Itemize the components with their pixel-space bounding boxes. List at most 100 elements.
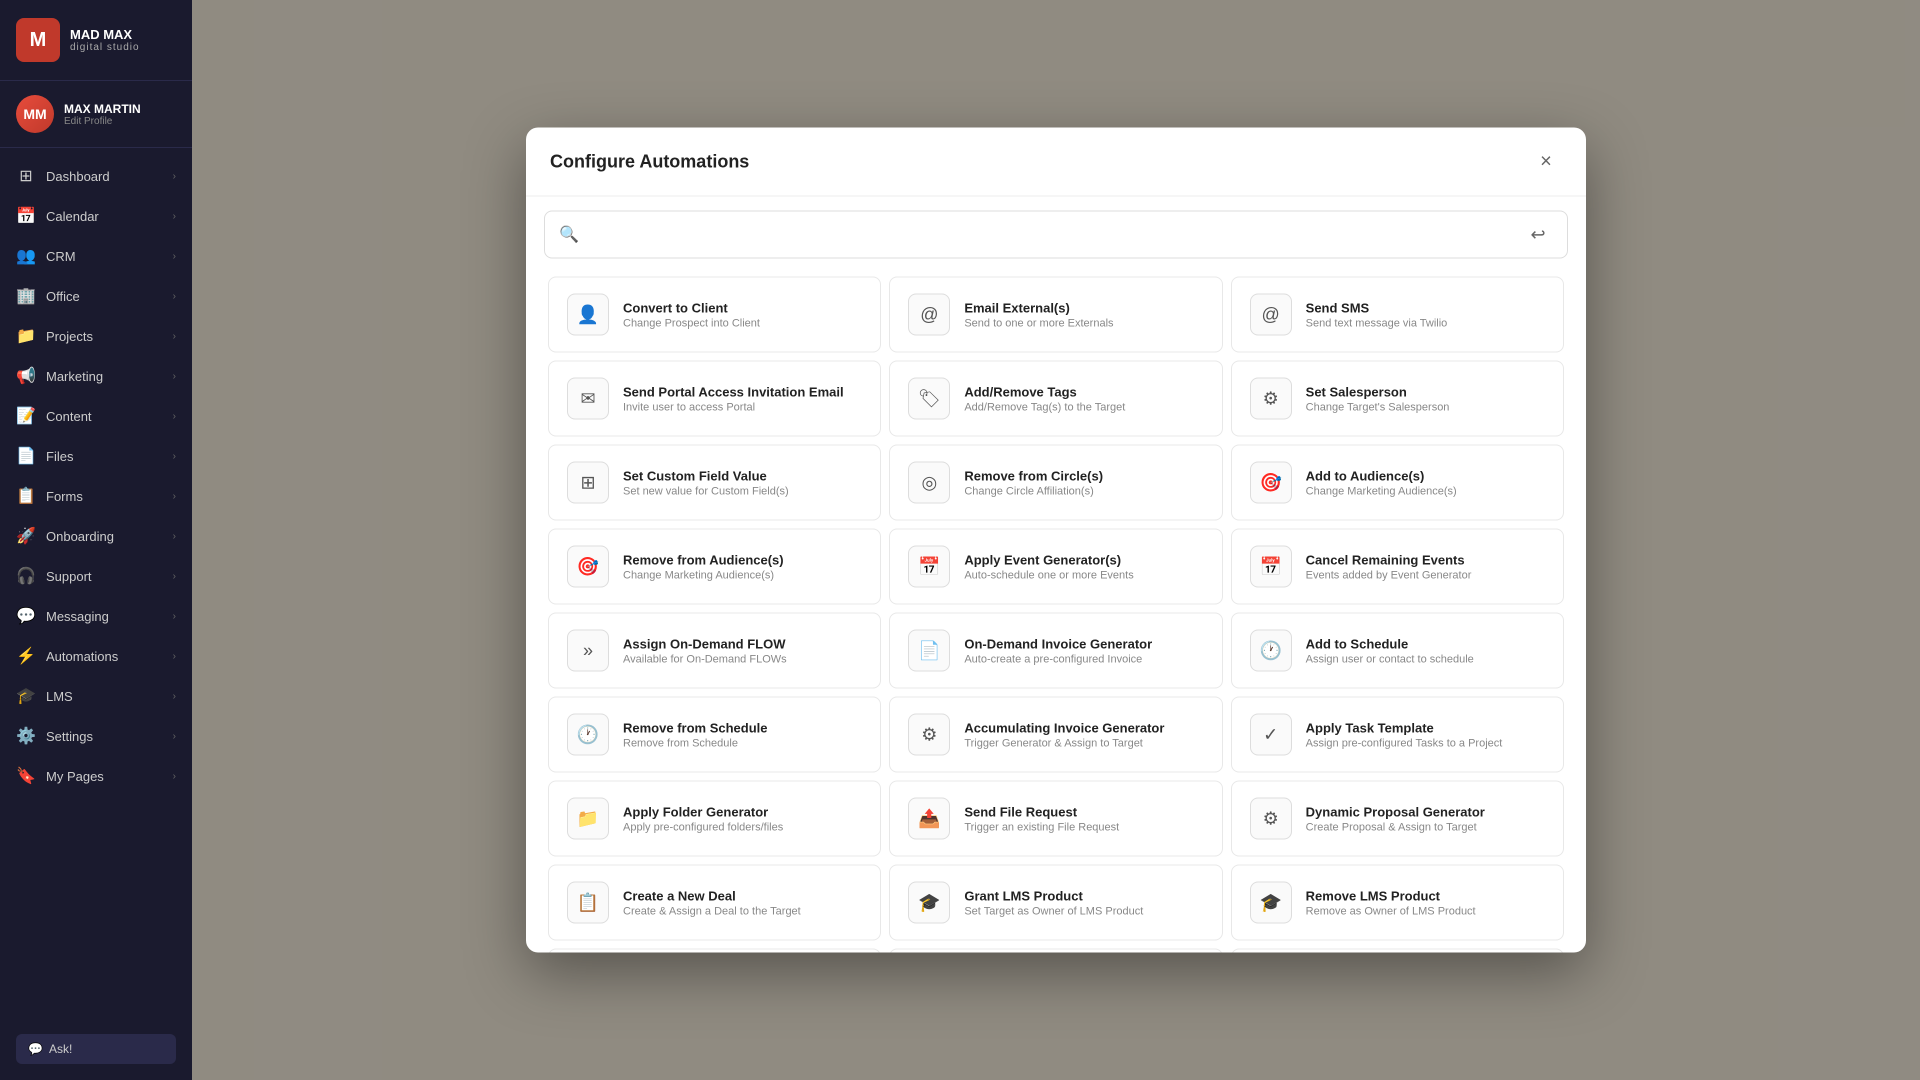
chevron-automations-icon: ›: [173, 651, 176, 662]
sidebar-label-content: Content: [46, 409, 92, 424]
chevron-projects-icon: ›: [173, 331, 176, 342]
sidebar-item-forms[interactable]: 📋 Forms ›: [0, 476, 192, 516]
sidebar-item-projects[interactable]: 📁 Projects ›: [0, 316, 192, 356]
automation-card-add-to-checklists[interactable]: ✓ Add to Checklists Assign Target to Che…: [889, 949, 1222, 953]
dynamic-proposal-generator-title: Dynamic Proposal Generator: [1306, 804, 1485, 819]
automation-card-convert-to-client[interactable]: 👤 Convert to Client Change Prospect into…: [548, 277, 881, 353]
grant-lms-product-icon: 🎓: [908, 882, 950, 924]
automation-card-set-custom-field[interactable]: ⊞ Set Custom Field Value Set new value f…: [548, 445, 881, 521]
automation-card-remove-from-audiences[interactable]: 🎯 Remove from Audience(s) Change Marketi…: [548, 529, 881, 605]
automation-card-apply-folder-generator[interactable]: 📁 Apply Folder Generator Apply pre-confi…: [548, 781, 881, 857]
automation-card-cancel-remaining-events[interactable]: 📅 Cancel Remaining Events Events added b…: [1231, 529, 1564, 605]
automation-card-remove-from-circle[interactable]: ◎ Remove from Circle(s) Change Circle Af…: [889, 445, 1222, 521]
send-file-request-desc: Trigger an existing File Request: [964, 821, 1119, 833]
add-remove-tags-icon: 🏷: [908, 378, 950, 420]
remove-from-audiences-title: Remove from Audience(s): [623, 552, 784, 567]
ask-button[interactable]: 💬 Ask!: [16, 1034, 176, 1064]
sidebar-label-forms: Forms: [46, 489, 83, 504]
automation-card-accumulating-invoice-generator[interactable]: ⚙ Accumulating Invoice Generator Trigger…: [889, 697, 1222, 773]
sidebar-item-settings[interactable]: ⚙️ Settings ›: [0, 716, 192, 756]
modal-close-button[interactable]: ×: [1530, 146, 1562, 178]
search-input[interactable]: [589, 227, 1513, 243]
configure-automations-modal: Configure Automations × 🔍 ↩ 👤 Convert to…: [526, 128, 1586, 953]
automation-card-dynamic-proposal-generator[interactable]: ⚙ Dynamic Proposal Generator Create Prop…: [1231, 781, 1564, 857]
chevron-messaging-icon: ›: [173, 611, 176, 622]
remove-lms-product-icon: 🎓: [1250, 882, 1292, 924]
sidebar-item-dashboard[interactable]: ⊞ Dashboard ›: [0, 156, 192, 196]
automation-card-add-to-audiences[interactable]: 🎯 Add to Audience(s) Change Marketing Au…: [1231, 445, 1564, 521]
automation-card-set-salesperson[interactable]: ⚙ Set Salesperson Change Target's Salesp…: [1231, 361, 1564, 437]
remove-from-schedule-desc: Remove from Schedule: [623, 737, 768, 749]
sidebar-item-calendar[interactable]: 📅 Calendar ›: [0, 196, 192, 236]
chevron-mypages-icon: ›: [173, 771, 176, 782]
search-back-button[interactable]: ↩: [1523, 220, 1553, 250]
search-bar: 🔍 ↩: [544, 211, 1568, 259]
send-sms-icon: @: [1250, 294, 1292, 336]
add-remove-tags-title: Add/Remove Tags: [964, 384, 1125, 399]
edit-profile-link[interactable]: Edit Profile: [64, 116, 141, 127]
automation-card-remove-from-checklist[interactable]: ✓ Remove from Checklist Remove Target fr…: [1231, 949, 1564, 953]
sidebar-item-lms[interactable]: 🎓 LMS ›: [0, 676, 192, 716]
sidebar-item-onboarding[interactable]: 🚀 Onboarding ›: [0, 516, 192, 556]
sidebar-label-files: Files: [46, 449, 73, 464]
automation-card-webhook-notification[interactable]: ↻ Webhook Notification Fire a webhook to…: [548, 949, 881, 953]
automation-grid: 👤 Convert to Client Change Prospect into…: [526, 273, 1586, 953]
automation-card-on-demand-invoice-generator[interactable]: 📄 On-Demand Invoice Generator Auto-creat…: [889, 613, 1222, 689]
sidebar-item-content[interactable]: 📝 Content ›: [0, 396, 192, 436]
chevron-files-icon: ›: [173, 451, 176, 462]
sidebar-label-messaging: Messaging: [46, 609, 109, 624]
on-demand-invoice-generator-icon: 📄: [908, 630, 950, 672]
chevron-dashboard-icon: ›: [173, 171, 176, 182]
sidebar-item-automations[interactable]: ⚡ Automations ›: [0, 636, 192, 676]
on-demand-invoice-generator-desc: Auto-create a pre-configured Invoice: [964, 653, 1152, 665]
calendar-icon: 📅: [16, 206, 36, 226]
sidebar-label-onboarding: Onboarding: [46, 529, 114, 544]
logo-icon: M: [16, 18, 60, 62]
support-icon: 🎧: [16, 566, 36, 586]
remove-from-audiences-icon: 🎯: [567, 546, 609, 588]
automation-card-send-portal-access[interactable]: ✉ Send Portal Access Invitation Email In…: [548, 361, 881, 437]
sidebar-label-calendar: Calendar: [46, 209, 99, 224]
avatar: MM: [16, 95, 54, 133]
automation-card-assign-on-demand-flow[interactable]: » Assign On-Demand FLOW Available for On…: [548, 613, 881, 689]
logo: M MAD MAX digital studio: [0, 0, 192, 81]
apply-event-generator-desc: Auto-schedule one or more Events: [964, 569, 1133, 581]
apply-folder-generator-desc: Apply pre-configured folders/files: [623, 821, 783, 833]
files-icon: 📄: [16, 446, 36, 466]
sidebar-item-mypages[interactable]: 🔖 My Pages ›: [0, 756, 192, 796]
automation-card-email-externals[interactable]: @ Email External(s) Send to one or more …: [889, 277, 1222, 353]
automation-card-apply-event-generator[interactable]: 📅 Apply Event Generator(s) Auto-schedule…: [889, 529, 1222, 605]
settings-icon: ⚙️: [16, 726, 36, 746]
remove-from-schedule-title: Remove from Schedule: [623, 720, 768, 735]
sidebar-label-lms: LMS: [46, 689, 73, 704]
sidebar-item-messaging[interactable]: 💬 Messaging ›: [0, 596, 192, 636]
automation-card-remove-lms-product[interactable]: 🎓 Remove LMS Product Remove as Owner of …: [1231, 865, 1564, 941]
sidebar-item-marketing[interactable]: 📢 Marketing ›: [0, 356, 192, 396]
add-to-audiences-title: Add to Audience(s): [1306, 468, 1457, 483]
sidebar-item-files[interactable]: 📄 Files ›: [0, 436, 192, 476]
automation-card-remove-from-schedule[interactable]: 🕐 Remove from Schedule Remove from Sched…: [548, 697, 881, 773]
add-to-audiences-desc: Change Marketing Audience(s): [1306, 485, 1457, 497]
automation-card-apply-task-template[interactable]: ✓ Apply Task Template Assign pre-configu…: [1231, 697, 1564, 773]
sidebar: M MAD MAX digital studio MM MAX MARTIN E…: [0, 0, 192, 1080]
add-to-schedule-icon: 🕐: [1250, 630, 1292, 672]
automation-card-send-file-request[interactable]: 📤 Send File Request Trigger an existing …: [889, 781, 1222, 857]
automation-card-create-new-deal[interactable]: 📋 Create a New Deal Create & Assign a De…: [548, 865, 881, 941]
automation-card-add-to-schedule[interactable]: 🕐 Add to Schedule Assign user or contact…: [1231, 613, 1564, 689]
grant-lms-product-desc: Set Target as Owner of LMS Product: [964, 905, 1143, 917]
create-new-deal-desc: Create & Assign a Deal to the Target: [623, 905, 801, 917]
sidebar-user[interactable]: MM MAX MARTIN Edit Profile: [0, 81, 192, 148]
apply-task-template-icon: ✓: [1250, 714, 1292, 756]
send-portal-access-title: Send Portal Access Invitation Email: [623, 384, 844, 399]
automation-card-grant-lms-product[interactable]: 🎓 Grant LMS Product Set Target as Owner …: [889, 865, 1222, 941]
sidebar-label-crm: CRM: [46, 249, 76, 264]
automation-card-send-sms[interactable]: @ Send SMS Send text message via Twilio: [1231, 277, 1564, 353]
sidebar-item-crm[interactable]: 👥 CRM ›: [0, 236, 192, 276]
convert-to-client-desc: Change Prospect into Client: [623, 317, 760, 329]
add-remove-tags-desc: Add/Remove Tag(s) to the Target: [964, 401, 1125, 413]
dynamic-proposal-generator-desc: Create Proposal & Assign to Target: [1306, 821, 1485, 833]
sidebar-item-support[interactable]: 🎧 Support ›: [0, 556, 192, 596]
sidebar-item-office[interactable]: 🏢 Office ›: [0, 276, 192, 316]
cancel-remaining-events-title: Cancel Remaining Events: [1306, 552, 1472, 567]
automation-card-add-remove-tags[interactable]: 🏷 Add/Remove Tags Add/Remove Tag(s) to t…: [889, 361, 1222, 437]
